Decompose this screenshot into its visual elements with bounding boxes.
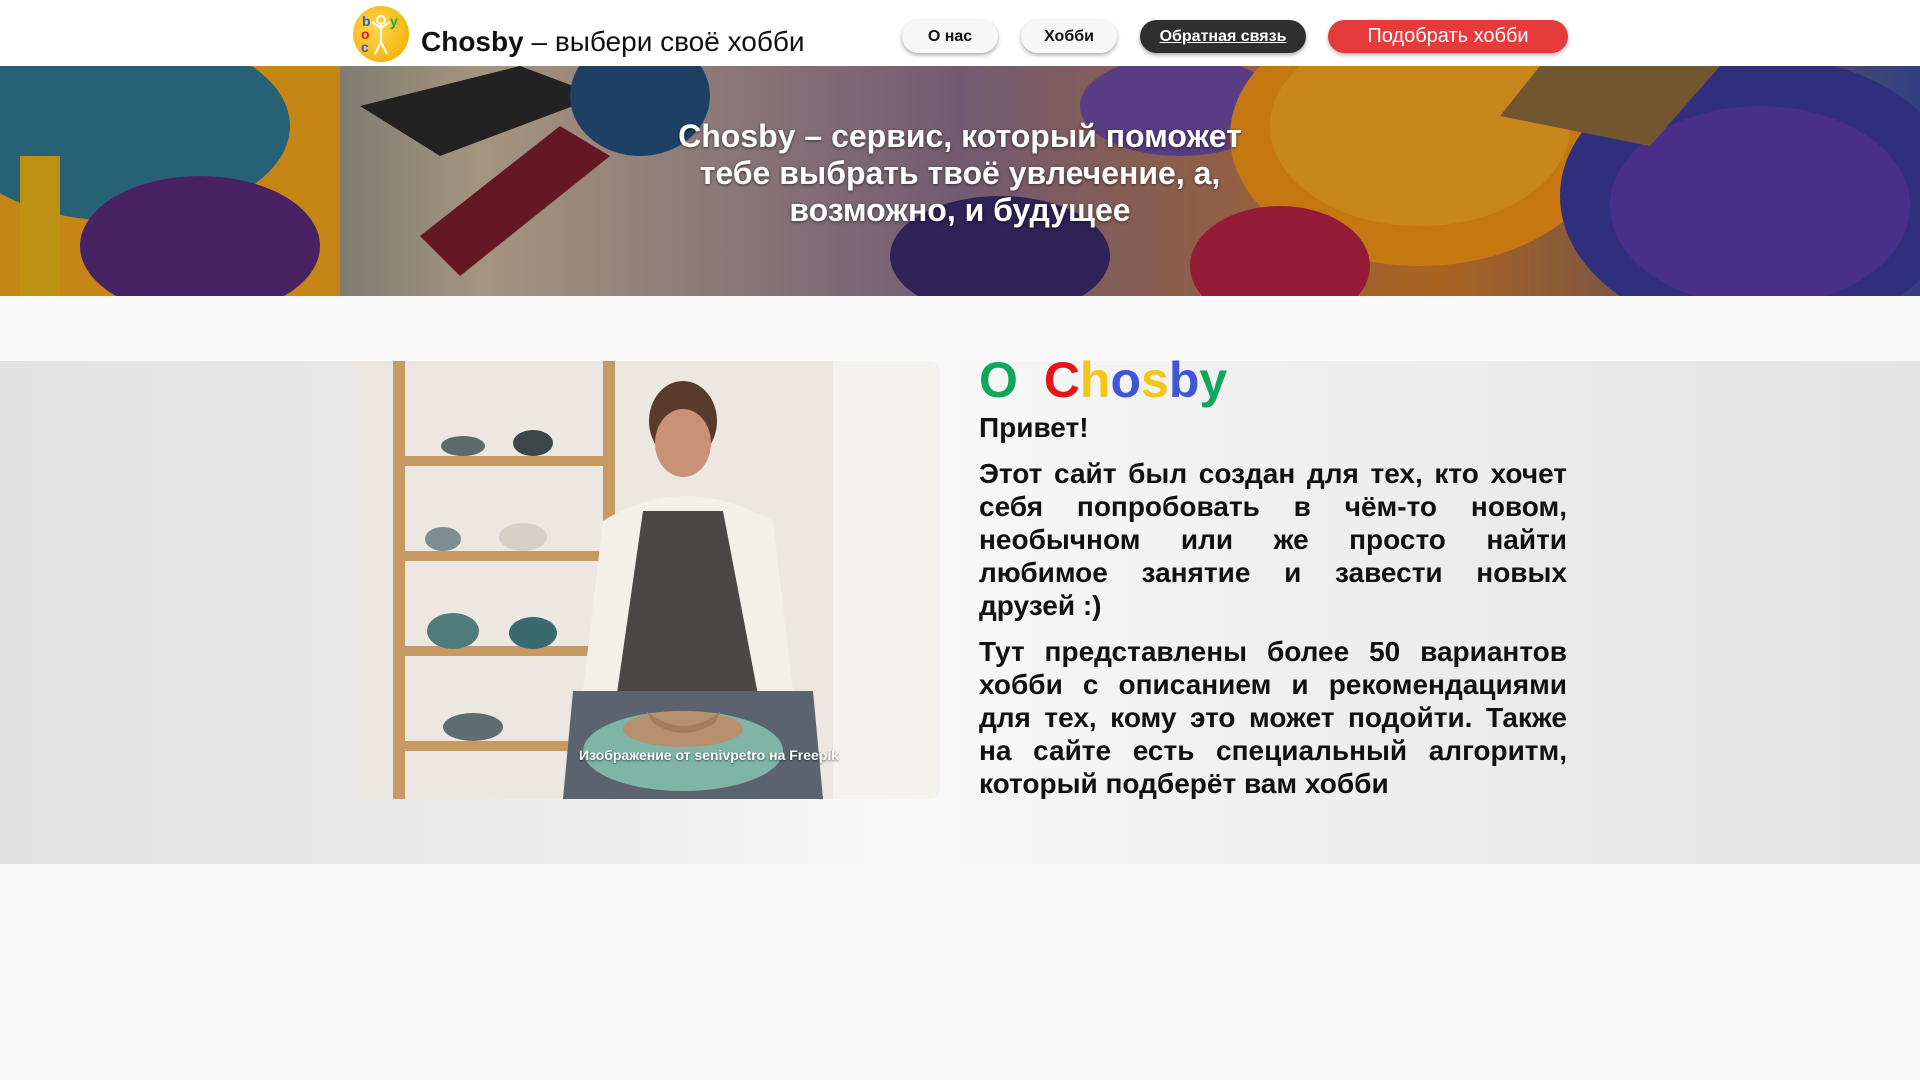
brand-tagline: – выбери своё хобби	[531, 26, 805, 57]
pottery-photo: Изображение от senivpetro на Freepik	[353, 361, 940, 799]
about-title-letter: s	[1141, 352, 1169, 408]
logo-icon[interactable]: b y o c	[353, 6, 409, 62]
about-title-prefix: О	[979, 352, 1018, 408]
nav-feedback-button[interactable]: Обратная связь	[1140, 20, 1306, 53]
about-section	[0, 361, 1920, 864]
about-title-letter: C	[1043, 352, 1080, 408]
svg-text:y: y	[390, 13, 398, 29]
about-paragraph-1: Этот сайт был создан для тех, кто хочет …	[979, 458, 1567, 621]
about-title-letter: h	[1079, 352, 1111, 408]
nav-hobbies-button[interactable]: Хобби	[1021, 20, 1117, 53]
greeting-text: Привет!	[979, 412, 1089, 443]
about-title-letter: y	[1199, 352, 1228, 408]
brand-name: Chosby	[421, 26, 524, 57]
hero-headline: Chosby – сервис, который поможет тебе вы…	[678, 118, 1242, 228]
brand-title[interactable]: Chosby – выбери своё хобби	[421, 22, 805, 62]
about-title-letter: b	[1168, 352, 1200, 408]
pick-hobby-button[interactable]: Подобрать хобби	[1328, 20, 1568, 53]
nav-about-button[interactable]: О нас	[902, 20, 998, 53]
about-title-letter: o	[1110, 352, 1142, 408]
svg-text:c: c	[361, 39, 369, 55]
hero-banner: Chosby – сервис, который поможет тебе вы…	[0, 66, 1920, 296]
photo-credit[interactable]: Изображение от senivpetro на Freepik	[353, 747, 940, 763]
site-header: b y o c Chosby – выбери своё хобби О нас…	[0, 0, 1920, 66]
about-title: О Chosby	[979, 350, 1227, 410]
about-paragraph-2: Тут представлены более 50 вариантов хобб…	[979, 636, 1567, 799]
